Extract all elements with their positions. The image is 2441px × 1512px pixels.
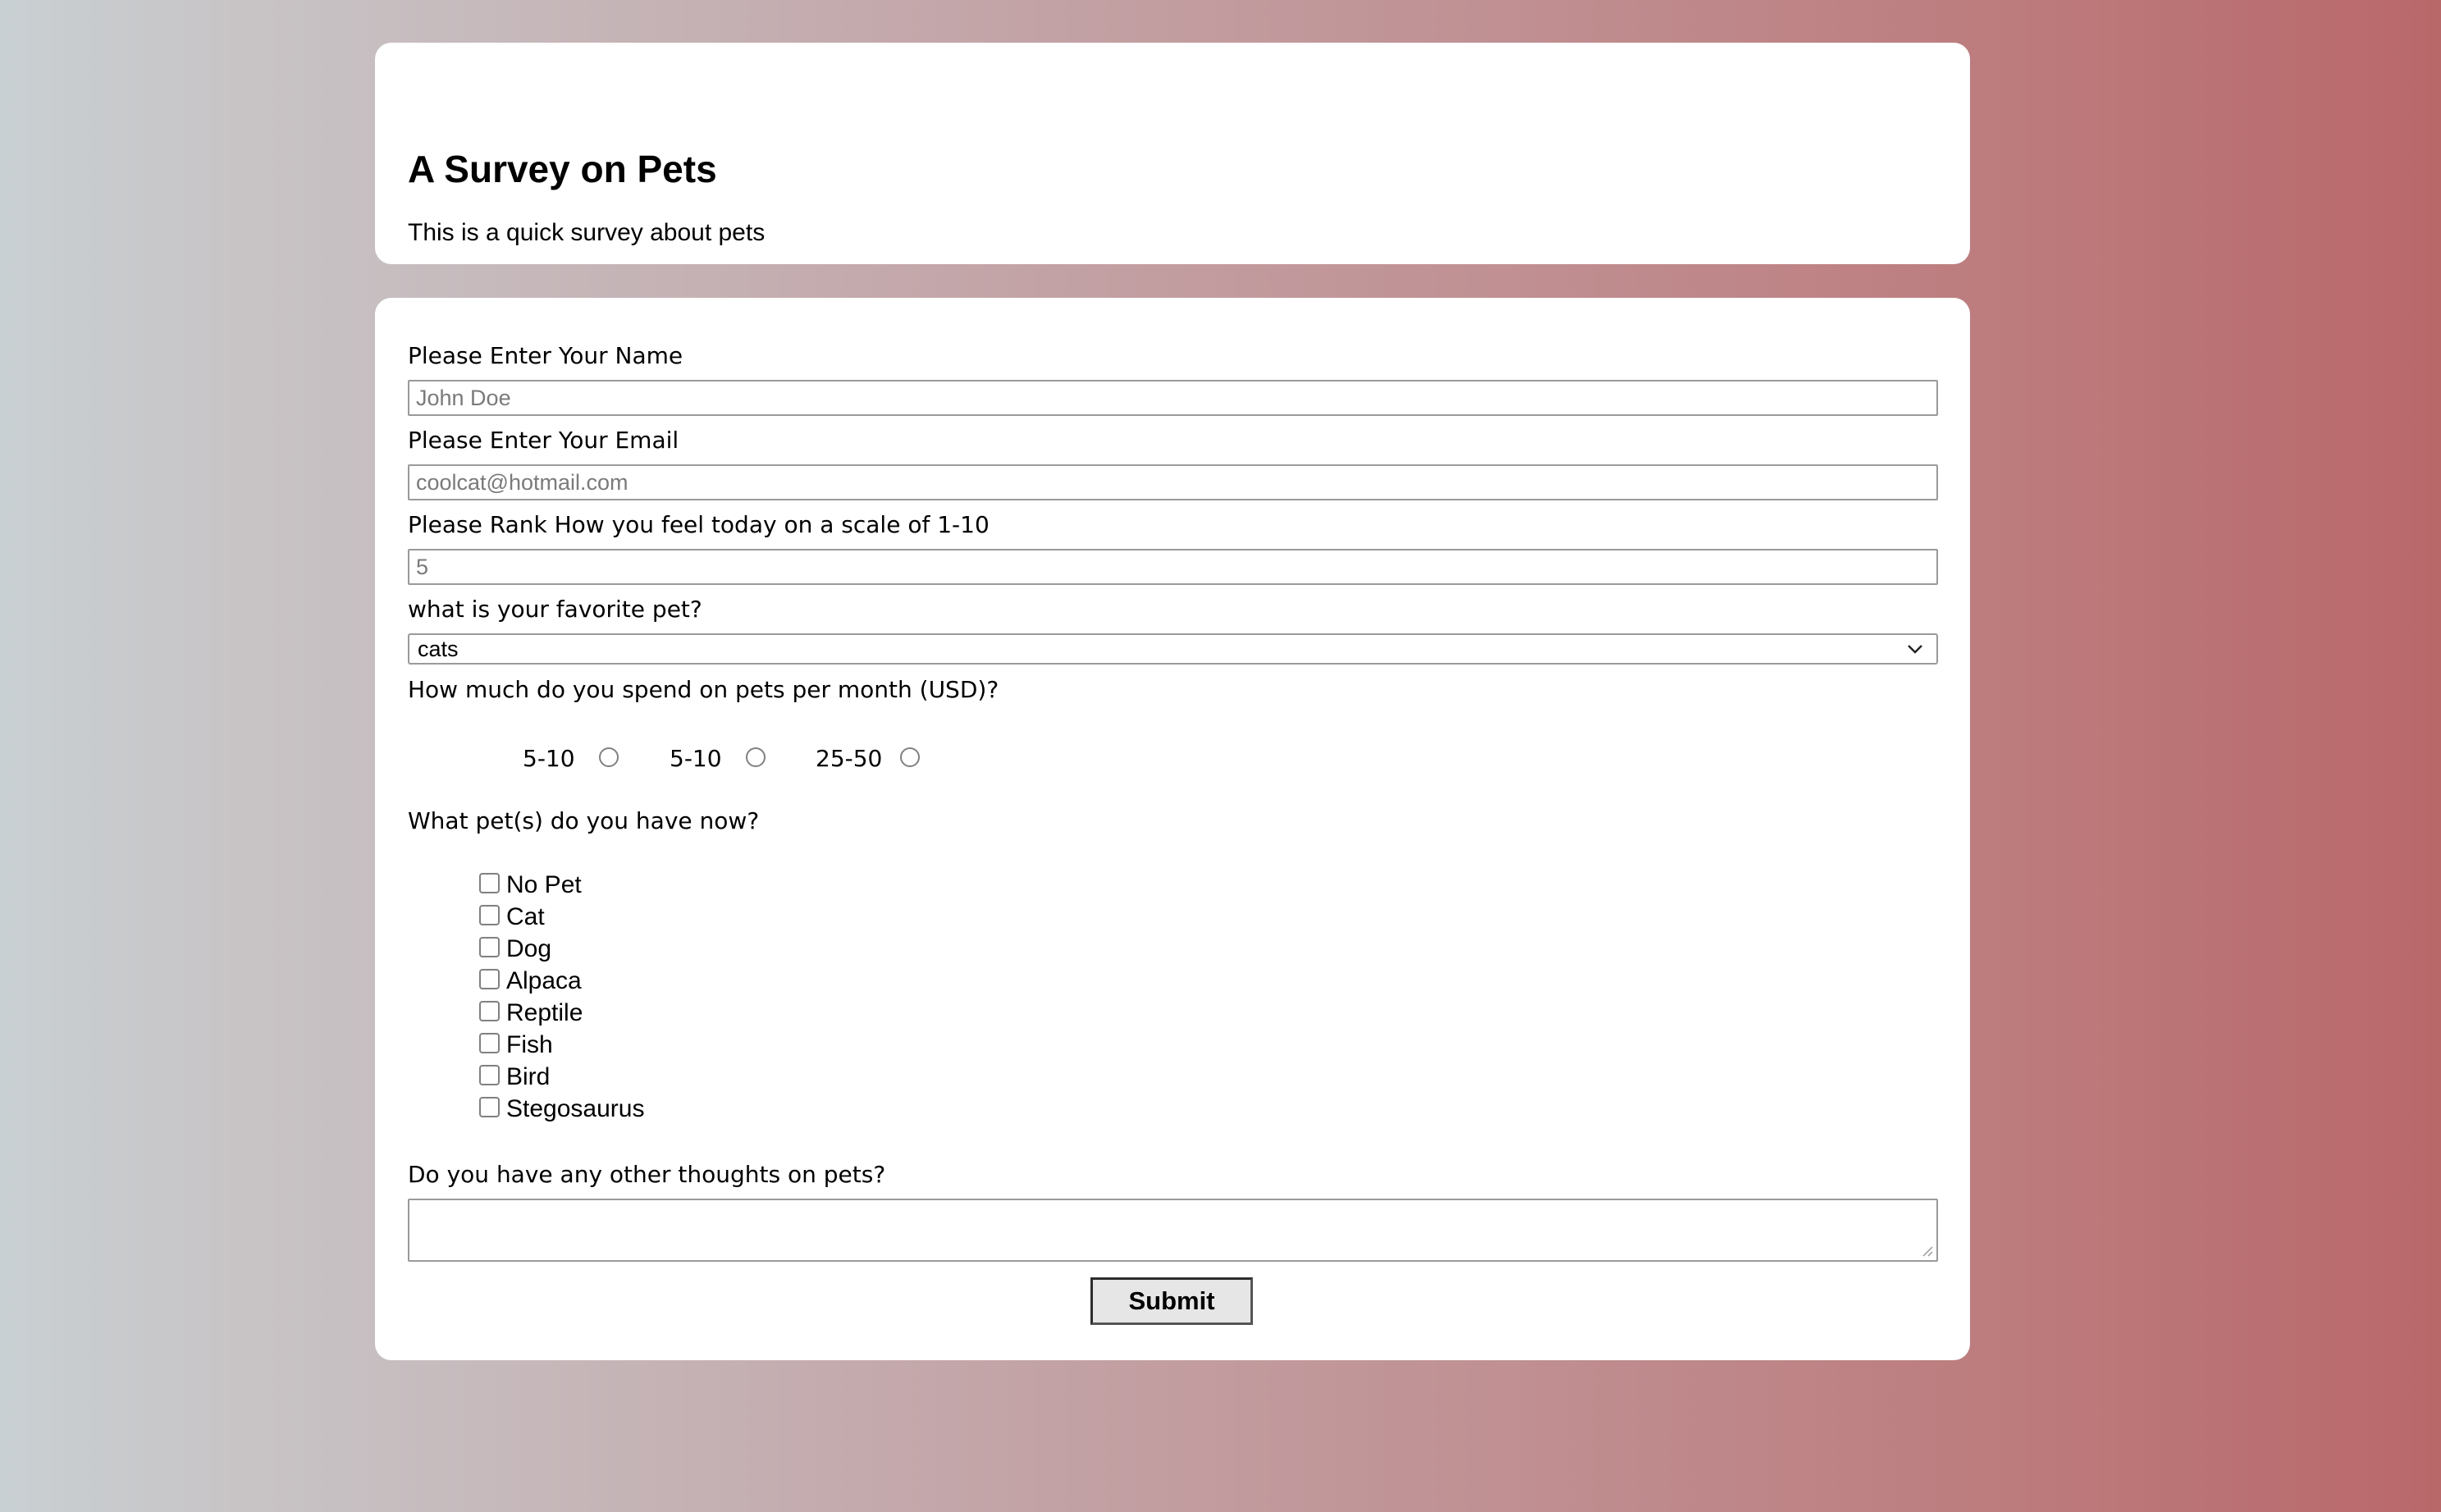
checkbox-label: Alpaca — [506, 967, 582, 994]
email-label: Please Enter Your Email — [408, 427, 679, 454]
page-description: This is a quick survey about pets — [408, 219, 766, 246]
checkbox[interactable] — [479, 1065, 500, 1085]
thoughts-label: Do you have any other thoughts on pets? — [408, 1161, 886, 1188]
spend-option-label: 5-10 — [523, 745, 575, 772]
checkbox[interactable] — [479, 905, 500, 925]
checkbox[interactable] — [479, 1001, 500, 1021]
spend-radio[interactable] — [746, 747, 766, 767]
checkbox-label: Dog — [506, 935, 552, 962]
submit-button[interactable]: Submit — [1090, 1277, 1253, 1325]
pet-checkbox-row[interactable]: Bird — [479, 1062, 807, 1094]
spend-radio[interactable] — [599, 747, 619, 767]
chevron-down-icon — [1908, 645, 1922, 654]
spend-radio-group: 5-10 5-10 25-50 — [375, 734, 1031, 783]
spend-option-label: 25-50 — [816, 745, 883, 772]
favorite-pet-selected-value: cats — [418, 637, 459, 661]
pet-checkbox-row[interactable]: No Pet — [479, 870, 807, 902]
favorite-pet-label: what is your favorite pet? — [408, 596, 702, 623]
checkbox-label: No Pet — [506, 871, 582, 898]
checkbox[interactable] — [479, 873, 500, 893]
header-card: A Survey on Pets This is a quick survey … — [375, 43, 1970, 264]
checkbox-label: Reptile — [506, 999, 583, 1026]
page-title: A Survey on Pets — [408, 148, 717, 190]
checkbox-label: Cat — [506, 903, 545, 930]
checkbox-label: Stegosaurus — [506, 1095, 645, 1122]
pets-owned-label: What pet(s) do you have now? — [408, 807, 760, 834]
checkbox[interactable] — [479, 1097, 500, 1117]
pet-checkbox-row[interactable]: Alpaca — [479, 966, 807, 998]
pet-checkbox-row[interactable]: Fish — [479, 1030, 807, 1062]
pet-checkbox-row[interactable]: Stegosaurus — [479, 1094, 807, 1126]
survey-form: Please Enter Your Name Please Enter Your… — [375, 298, 1970, 1360]
spend-option-label: 5-10 — [670, 745, 722, 772]
favorite-pet-select[interactable]: cats — [408, 633, 1938, 665]
resize-grip-icon[interactable] — [1920, 1244, 1933, 1257]
checkbox-label: Bird — [506, 1063, 551, 1090]
email-input[interactable] — [408, 464, 1938, 500]
pet-checkbox-row[interactable]: Reptile — [479, 998, 807, 1030]
checkbox[interactable] — [479, 937, 500, 957]
checkbox[interactable] — [479, 969, 500, 989]
name-input[interactable] — [408, 380, 1938, 416]
rank-input[interactable] — [408, 549, 1938, 585]
rank-label: Please Rank How you feel today on a scal… — [408, 511, 990, 538]
checkbox-label: Fish — [506, 1031, 553, 1058]
spend-radio[interactable] — [900, 747, 920, 767]
thoughts-textarea[interactable] — [408, 1199, 1938, 1262]
name-label: Please Enter Your Name — [408, 342, 683, 369]
checkbox[interactable] — [479, 1033, 500, 1053]
spend-label: How much do you spend on pets per month … — [408, 676, 999, 703]
pet-checkbox-row[interactable]: Cat — [479, 902, 807, 934]
pet-checkbox-row[interactable]: Dog — [479, 934, 807, 966]
